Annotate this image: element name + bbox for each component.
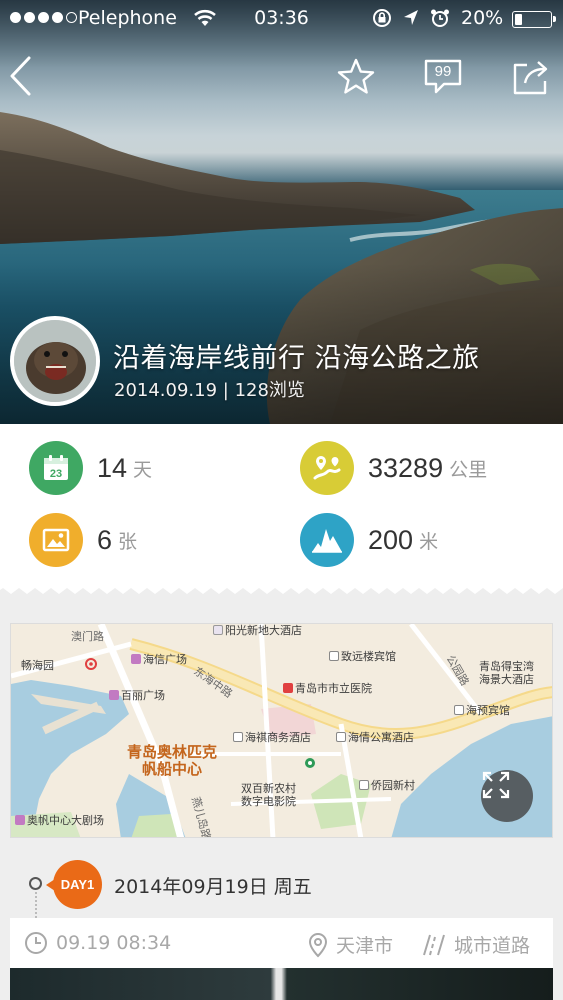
altitude-value: 200 — [368, 524, 414, 555]
entry-time-text: 09.19 08:34 — [56, 932, 172, 954]
elevation-icon — [300, 513, 354, 567]
map-label-hospital: 青岛市市立医院 — [283, 682, 372, 695]
map-label-bailihui: 百丽广场 — [109, 689, 165, 702]
status-icons — [372, 8, 450, 28]
clock-icon — [25, 932, 47, 954]
status-bar: Pelephone 03:36 20% — [0, 0, 563, 38]
timeline-connector — [35, 892, 37, 918]
location-pin-icon — [308, 932, 328, 957]
photos-value: 6 — [97, 524, 113, 555]
day-date: 2014年09月19日 周五 — [114, 876, 312, 898]
map-label-qiaoyuan: 侨园新村 — [359, 779, 415, 792]
days-unit: 天 — [133, 458, 153, 481]
entry-location: 天津市 — [308, 931, 393, 958]
altitude-unit: 米 — [419, 530, 439, 553]
alarm-icon — [431, 9, 449, 27]
map-label-major-place: 青岛奥林匹克 帆船中心 — [127, 743, 218, 778]
chevron-left-icon — [10, 56, 31, 96]
road-icon — [423, 934, 445, 955]
map-label-haiyu: 海预宾馆 — [454, 704, 510, 717]
entry-road-type: 城市道路 — [422, 931, 530, 958]
location-arrow-icon — [404, 10, 418, 25]
stat-days: 23 14 天 — [29, 441, 152, 495]
zigzag-divider — [0, 584, 563, 594]
map-label-changhaiyuan: 畅海园 — [21, 659, 54, 672]
trip-stats-panel: 23 14 天 33289 公里 6 张 200 米 — [0, 424, 563, 584]
distance-value: 33289 — [368, 452, 444, 483]
expand-icon — [482, 771, 510, 799]
sea-lion-photo — [14, 320, 96, 402]
battery-percent: 20% — [461, 7, 504, 29]
photos-unit: 张 — [118, 530, 138, 553]
map-label-haixin-plaza: 海信广场 — [131, 653, 187, 666]
trip-title: 沿着海岸线前行 沿海公路之旅 — [113, 343, 480, 374]
author-avatar[interactable] — [10, 316, 100, 406]
entry-time: 09.19 08:34 — [24, 931, 171, 955]
entry-info-bar[interactable]: 09.19 08:34 天津市 城市道路 — [10, 918, 553, 968]
calendar-day: 23 — [50, 468, 62, 480]
entry-photo-preview[interactable] — [10, 968, 553, 1000]
rotation-lock-icon — [373, 9, 391, 27]
share-button[interactable] — [511, 57, 551, 97]
stat-distance: 33289 公里 — [300, 441, 487, 495]
day-badge: DAY1 — [46, 860, 102, 909]
hero-cover-photo: Pelephone 03:36 20% 99 沿着海岸线前行 沿海公路之旅 20… — [0, 0, 563, 424]
star-icon — [337, 58, 375, 94]
trip-detail-screen: Pelephone 03:36 20% 99 沿着海岸线前行 沿海公路之旅 20… — [0, 0, 563, 1000]
back-button[interactable] — [8, 55, 38, 99]
trip-meta: 2014.09.19 | 128浏览 — [114, 380, 305, 401]
map-label-debao: 青岛得宝湾 海景大酒店 — [479, 660, 534, 686]
calendar-icon: 23 — [29, 441, 83, 495]
distance-unit: 公里 — [449, 458, 488, 481]
comments-count: 99 — [434, 63, 452, 80]
stat-photos: 6 张 — [29, 513, 137, 567]
map-label-zhixuanlou: 致远楼宾馆 — [329, 650, 396, 663]
map-label-yangguang: 阳光新地大酒店 — [213, 624, 302, 637]
battery-level — [515, 14, 522, 25]
expand-map-button[interactable] — [481, 770, 533, 822]
entry-city: 天津市 — [336, 935, 394, 957]
days-value: 14 — [97, 452, 128, 483]
map-label-haiqing: 海倩公寓酒店 — [336, 731, 414, 744]
battery-icon — [512, 11, 556, 28]
map-label-aofan: 奥帆中心大剧场 — [15, 814, 104, 827]
favorite-button[interactable] — [336, 57, 376, 97]
picture-icon — [29, 513, 83, 567]
route-map[interactable]: 阳光新地大酒店 畅海园 海信广场 致远楼宾馆 青岛得宝湾 海景大酒店 百丽广场 … — [10, 623, 553, 838]
map-label-shuangbai: 双百新农村 数字电影院 — [241, 782, 296, 808]
map-road-aomen: 澳门路 — [71, 630, 104, 643]
share-icon — [513, 61, 548, 95]
route-pin-icon — [300, 441, 354, 495]
map-label-haiqi: 海祺商务酒店 — [233, 731, 311, 744]
stat-altitude: 200 米 — [300, 513, 438, 567]
timeline-node — [29, 877, 42, 890]
comments-button[interactable]: 99 — [423, 57, 463, 97]
entry-road-type-text: 城市道路 — [454, 935, 531, 957]
